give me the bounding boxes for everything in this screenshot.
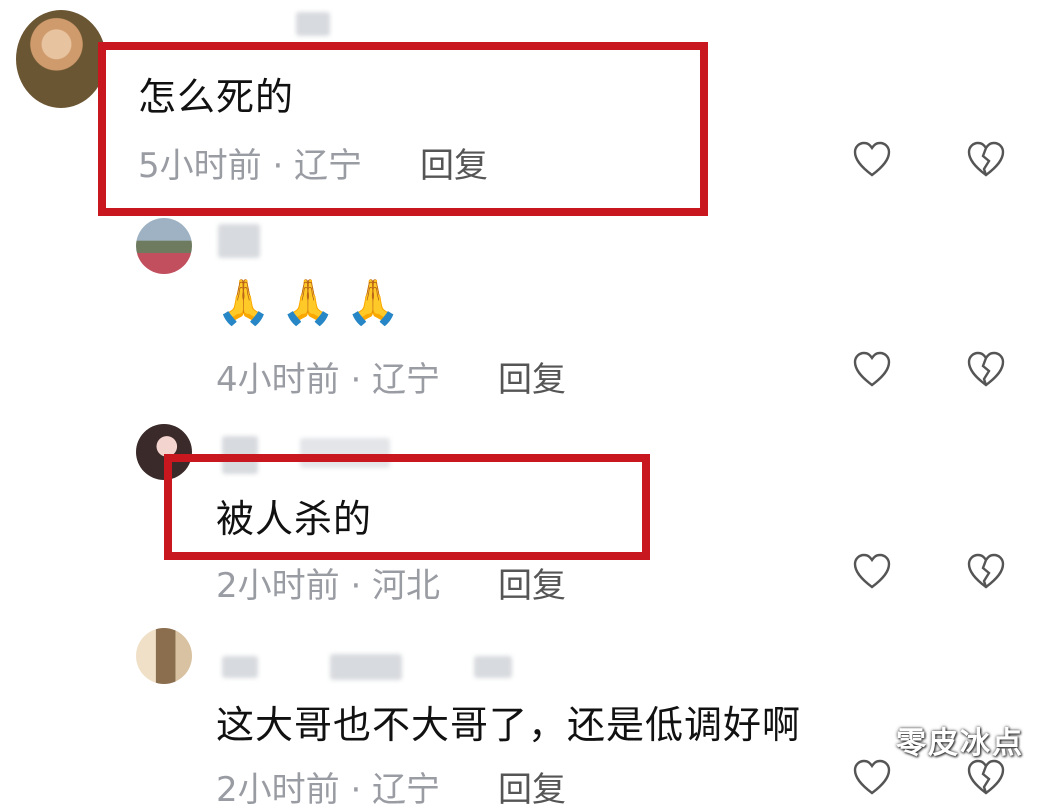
redacted-username-4a	[222, 656, 258, 678]
reply-button-2[interactable]: 回复	[498, 352, 566, 401]
comment-meta-3: 2小时前 · 河北	[216, 566, 441, 606]
broken-heart-icon[interactable]	[966, 140, 1006, 180]
broken-heart-icon[interactable]	[966, 552, 1006, 592]
reply-button-3[interactable]: 回复	[498, 558, 566, 607]
avatar-commenter-2[interactable]	[136, 218, 192, 274]
avatar-commenter-4[interactable]	[136, 628, 192, 684]
comment-meta-2: 4小时前 · 辽宁	[216, 360, 441, 400]
comment-meta-4: 2小时前 · 辽宁	[216, 770, 441, 810]
heart-outline-icon[interactable]	[852, 758, 892, 798]
highlight-box-1	[98, 42, 708, 216]
comment-text-2: 🙏🙏🙏	[216, 277, 411, 328]
broken-heart-icon[interactable]	[966, 758, 1006, 798]
reply-button-4[interactable]: 回复	[498, 762, 566, 811]
heart-outline-icon[interactable]	[852, 140, 892, 180]
broken-heart-icon[interactable]	[966, 350, 1006, 390]
watermark: 零皮冰点	[896, 726, 1024, 761]
redacted-username-4c	[474, 656, 512, 678]
highlight-box-3	[164, 454, 650, 560]
redacted-username-1	[296, 12, 330, 36]
redacted-username-4b	[330, 654, 402, 680]
heart-outline-icon[interactable]	[852, 552, 892, 592]
avatar-commenter-1[interactable]	[16, 10, 106, 108]
redacted-username-2	[218, 224, 260, 258]
heart-outline-icon[interactable]	[852, 350, 892, 390]
comment-text-4: 这大哥也不大哥了，还是低调好啊	[216, 703, 802, 747]
